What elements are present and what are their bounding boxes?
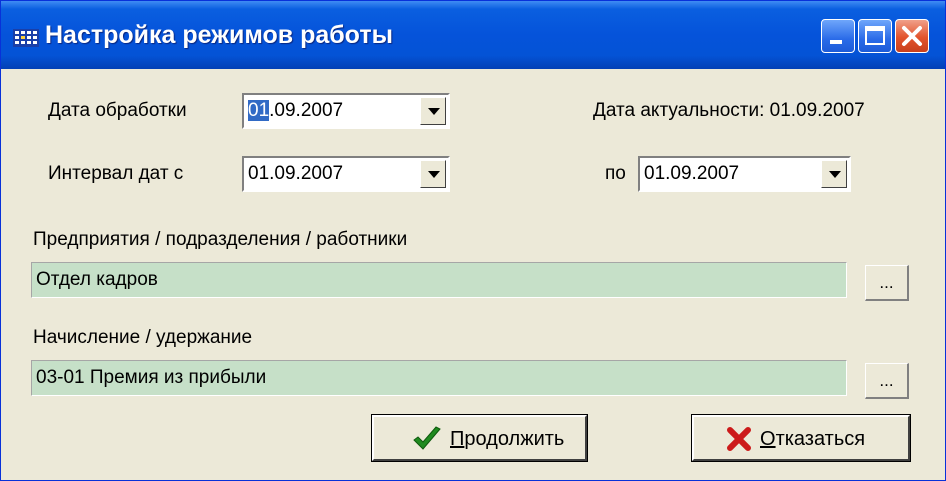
chevron-down-icon <box>428 108 440 115</box>
actuality-date-text: Дата актуальности: 01.09.2007 <box>593 100 865 121</box>
title-bar[interactable]: Настройка режимов работы <box>1 1 945 69</box>
chevron-down-icon <box>428 171 440 178</box>
date-from-dropdown-button[interactable] <box>420 160 446 188</box>
minimize-icon <box>830 40 842 44</box>
date-from-combo[interactable]: 01.09.2007 <box>242 156 450 192</box>
minimize-button[interactable] <box>821 19 855 53</box>
date-to-dropdown-button[interactable] <box>821 160 847 188</box>
date-from-value[interactable]: 01.09.2007 <box>248 163 343 185</box>
organization-label: Предприятия / подразделения / работники <box>33 229 408 250</box>
maximize-button[interactable] <box>858 19 892 53</box>
window-title: Настройка режимов работы <box>45 21 393 49</box>
app-grid-icon <box>13 29 39 47</box>
settings-dialog: Настройка режимов работы Дата обработки … <box>0 0 946 481</box>
date-to-value[interactable]: 01.09.2007 <box>644 163 739 185</box>
accrual-field[interactable]: 03-01 Премия из прибыли <box>31 360 847 396</box>
processing-date-combo[interactable]: 01.09.2007 <box>242 93 450 129</box>
checkmark-icon <box>413 426 441 450</box>
processing-date-label: Дата обработки <box>48 100 187 121</box>
close-button[interactable] <box>895 19 929 53</box>
red-x-icon <box>727 427 751 451</box>
accrual-label: Начисление / удержание <box>33 327 253 348</box>
continue-button[interactable]: Продолжить <box>371 414 588 462</box>
date-interval-label: Интервал дат с <box>48 163 184 184</box>
maximize-icon <box>865 26 885 45</box>
date-to-combo[interactable]: 01.09.2007 <box>638 156 851 192</box>
accrual-browse-button[interactable]: ... <box>865 363 909 399</box>
organization-field[interactable]: Отдел кадров <box>31 262 847 298</box>
cancel-button[interactable]: Отказаться <box>691 414 911 462</box>
organization-value: Отдел кадров <box>36 269 158 290</box>
dialog-body: Дата обработки 01.09.2007 Дата актуально… <box>5 69 941 477</box>
organization-browse-button[interactable]: ... <box>865 265 909 301</box>
accrual-value: 03-01 Премия из прибыли <box>36 367 267 388</box>
processing-date-dropdown-button[interactable] <box>420 97 446 125</box>
processing-date-value[interactable]: 01.09.2007 <box>248 100 343 122</box>
close-icon <box>902 26 922 46</box>
date-to-label: по <box>605 163 626 184</box>
chevron-down-icon <box>829 171 841 178</box>
